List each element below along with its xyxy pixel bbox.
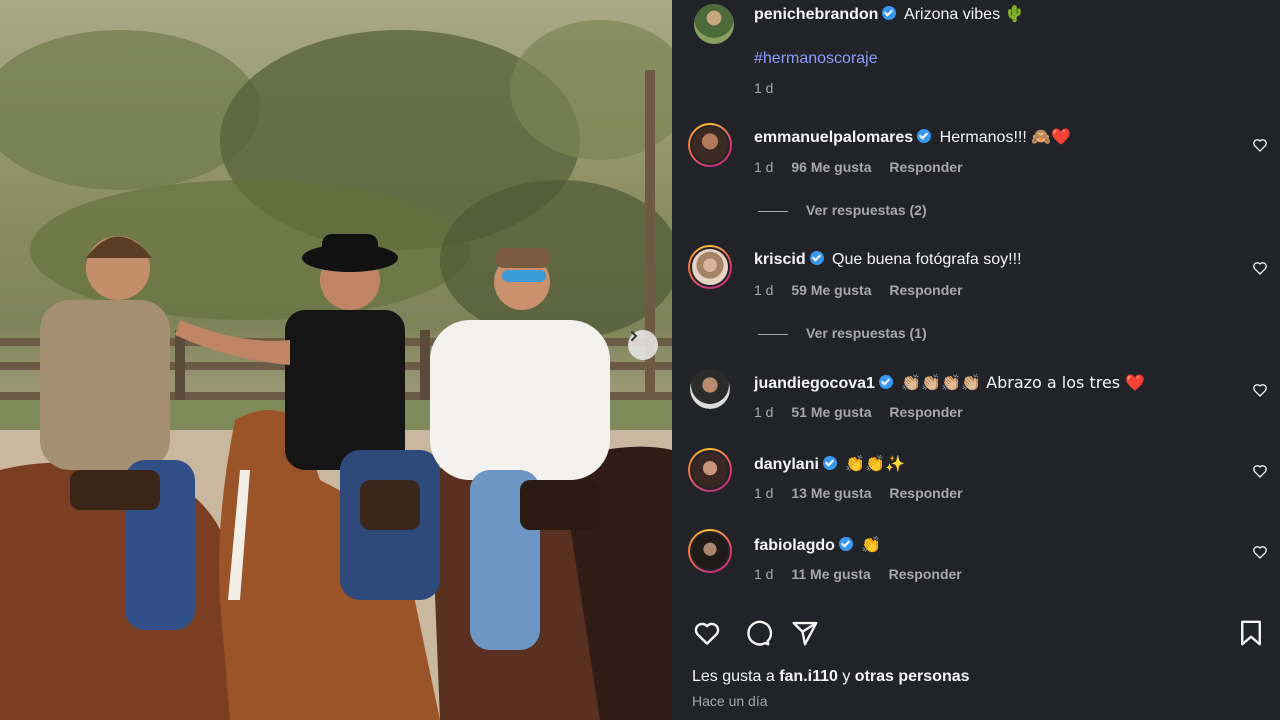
author-username[interactable]: penichebrandon	[754, 6, 878, 23]
author-avatar[interactable]	[692, 2, 736, 46]
likes-mid: y	[842, 668, 851, 685]
reply-button[interactable]: Responder	[889, 404, 962, 420]
comment-username[interactable]: emmanuelpalomares	[754, 129, 913, 146]
comment-likes[interactable]: 59 Me gusta	[791, 282, 871, 298]
reply-button[interactable]: Responder	[889, 159, 962, 175]
post-actions	[692, 618, 1261, 648]
comment-row: fabiolagdo 👏	[754, 535, 881, 556]
comment-time: 1 d	[754, 566, 774, 582]
comment-row: kriscid Que buena fotógrafa soy!!!	[754, 250, 1022, 270]
comment-row: danylani 👏👏✨	[754, 454, 905, 475]
comment-likes[interactable]: 51 Me gusta	[791, 404, 871, 420]
likes-prefix: Les gusta a	[692, 668, 775, 685]
comment-text: Hermanos!!! 🙈❤️	[939, 129, 1072, 146]
caption-row: penichebrandon Arizona vibes 🌵	[754, 5, 1024, 25]
verified-icon	[809, 251, 824, 265]
view-replies-label: Ver respuestas (1)	[806, 325, 927, 341]
chevron-right-icon	[631, 331, 638, 341]
comment-likes[interactable]: 96 Me gusta	[791, 159, 871, 175]
reply-button[interactable]: Responder	[889, 282, 962, 298]
like-comment-heart-icon[interactable]	[1252, 137, 1268, 153]
post-date: Hace un día	[692, 693, 768, 709]
like-comment-heart-icon[interactable]	[1252, 544, 1268, 560]
likes-summary[interactable]: Les gusta a fan.i110 y otras personas	[692, 668, 970, 686]
post-time: 1 d	[754, 80, 774, 96]
verified-icon	[917, 129, 932, 143]
hashtag-link[interactable]: #hermanoscoraje	[754, 50, 878, 68]
avatar[interactable]	[690, 369, 730, 409]
view-replies-button[interactable]: Ver respuestas (2)	[758, 202, 927, 218]
comment-username[interactable]: juandiegocova1	[754, 375, 875, 392]
next-photo-button[interactable]	[628, 330, 658, 360]
avatar[interactable]	[688, 448, 732, 492]
verified-icon	[838, 537, 853, 551]
verified-icon	[882, 6, 897, 20]
comment-username[interactable]: fabiolagdo	[754, 537, 835, 554]
comment-meta: 1 d 13 Me gusta Responder	[754, 485, 977, 501]
view-replies-button[interactable]: Ver respuestas (1)	[758, 325, 927, 341]
comment-meta: 1 d 59 Me gusta Responder	[754, 282, 977, 298]
avatar[interactable]	[688, 529, 732, 573]
like-comment-heart-icon[interactable]	[1252, 463, 1268, 479]
reply-button[interactable]: Responder	[889, 566, 962, 582]
comment-row: juandiegocova1 👏🏼👏🏼👏🏼👏🏼 Abrazo a los tre…	[754, 373, 1145, 394]
photo-illustration	[0, 20, 672, 720]
heart-icon[interactable]	[692, 618, 722, 648]
view-replies-label: Ver respuestas (2)	[806, 202, 927, 218]
verified-icon	[878, 375, 893, 389]
share-icon[interactable]	[790, 618, 820, 648]
comments-panel: penichebrandon Arizona vibes 🌵 #hermanos…	[672, 0, 1280, 720]
comment-meta: 1 d 11 Me gusta Responder	[754, 566, 976, 582]
post-photo	[0, 0, 672, 720]
bookmark-icon[interactable]	[1236, 618, 1266, 648]
comment-meta: 1 d 96 Me gusta Responder	[754, 159, 977, 175]
reply-button[interactable]: Responder	[889, 485, 962, 501]
liker-username[interactable]: fan.i110	[779, 668, 838, 685]
verified-icon	[822, 456, 837, 470]
divider-line	[758, 210, 788, 212]
comment-time: 1 d	[754, 404, 774, 420]
comment-username[interactable]: danylani	[754, 456, 819, 473]
comment-row: emmanuelpalomares Hermanos!!! 🙈❤️	[754, 128, 1071, 148]
comment-likes[interactable]: 11 Me gusta	[791, 566, 870, 582]
comment-text: 👏👏✨	[845, 454, 906, 473]
others-link[interactable]: otras personas	[855, 668, 970, 685]
avatar[interactable]	[688, 123, 732, 167]
comment-icon[interactable]	[742, 618, 772, 648]
comment-likes[interactable]: 13 Me gusta	[791, 485, 871, 501]
comment-text: 👏	[861, 535, 882, 554]
comment-text: Que buena fotógrafa soy!!!	[832, 251, 1022, 268]
comment-username[interactable]: kriscid	[754, 251, 806, 268]
comment-time: 1 d	[754, 282, 774, 298]
divider-line	[758, 333, 788, 335]
avatar[interactable]	[688, 245, 732, 289]
comment-text: 👏🏼👏🏼👏🏼👏🏼 Abrazo a los tres ❤️	[901, 373, 1146, 392]
comment-time: 1 d	[754, 159, 774, 175]
like-comment-heart-icon[interactable]	[1252, 382, 1268, 398]
like-comment-heart-icon[interactable]	[1252, 260, 1268, 276]
caption-text: Arizona vibes 🌵	[904, 6, 1025, 23]
comment-meta: 1 d 51 Me gusta Responder	[754, 404, 977, 420]
comment-time: 1 d	[754, 485, 774, 501]
